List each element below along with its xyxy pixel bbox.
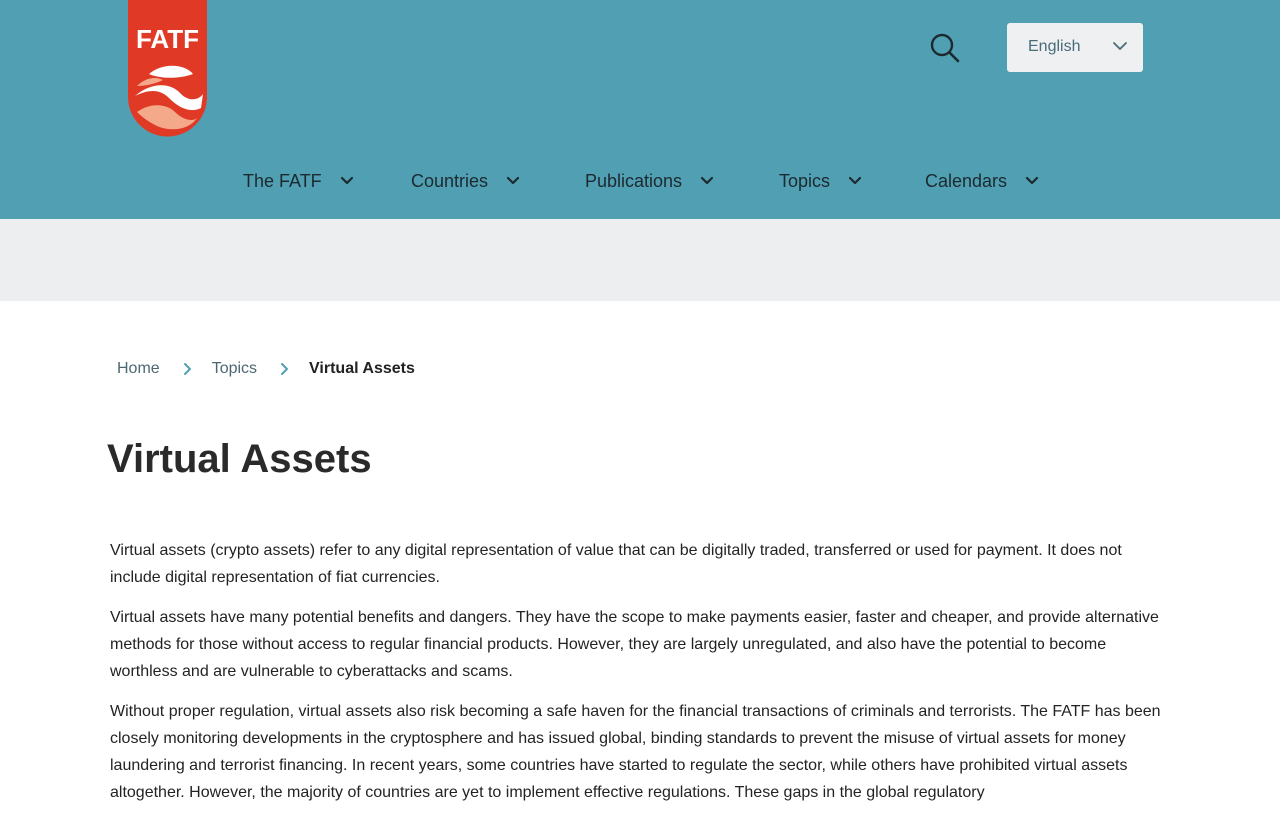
breadcrumb: Home Topics Virtual Assets	[117, 358, 415, 380]
nav-item-topics[interactable]: Topics	[779, 168, 862, 194]
chevron-down-icon	[340, 176, 353, 185]
nav-item-label: Publications	[585, 170, 683, 191]
content-paragraph: Without proper regulation, virtual asset…	[110, 703, 1161, 801]
nav-item-calendars[interactable]: Calendars	[925, 168, 1039, 194]
fatf-logo[interactable]: FATF	[127, 0, 208, 138]
language-select[interactable]: English	[1007, 23, 1143, 72]
page-title: Virtual Assets	[107, 437, 372, 481]
search-button[interactable]	[928, 31, 962, 65]
nav-item-label: The FATF	[243, 170, 322, 191]
breadcrumb-topics-link[interactable]: Topics	[212, 360, 257, 378]
nav-item-label: Topics	[779, 170, 831, 191]
language-selected-label: English	[1028, 38, 1081, 55]
chevron-down-icon	[1113, 42, 1127, 50]
site-header: FATF English The FATF Countries Publicat…	[0, 0, 1280, 219]
nav-item-label: Calendars	[925, 170, 1008, 191]
chevron-right-icon	[281, 363, 289, 375]
content-paragraph: Virtual assets have many potential benef…	[110, 609, 1159, 680]
nav-item-the-fatf[interactable]: The FATF	[243, 168, 354, 194]
chevron-down-icon	[506, 176, 520, 185]
svg-text:FATF: FATF	[136, 24, 199, 54]
nav-item-publications[interactable]: Publications	[585, 168, 714, 194]
main-nav: The FATF Countries Publications Topics C…	[0, 160, 1280, 200]
chevron-down-icon	[848, 176, 862, 185]
nav-item-label: Countries	[411, 170, 489, 191]
search-icon	[930, 33, 960, 63]
breadcrumb-home-link[interactable]: Home	[117, 360, 160, 378]
chevron-right-icon	[183, 363, 191, 375]
content-paragraph: Virtual assets (crypto assets) refer to …	[110, 542, 1122, 586]
page-content: Virtual assets (crypto assets) refer to …	[110, 537, 1170, 819]
fatf-logo-icon: FATF	[128, 0, 207, 137]
nav-item-countries[interactable]: Countries	[411, 168, 520, 194]
chevron-down-icon	[700, 176, 714, 185]
breadcrumb-current: Virtual Assets	[309, 360, 415, 377]
page-banner	[0, 219, 1280, 301]
chevron-down-icon	[1025, 176, 1039, 185]
